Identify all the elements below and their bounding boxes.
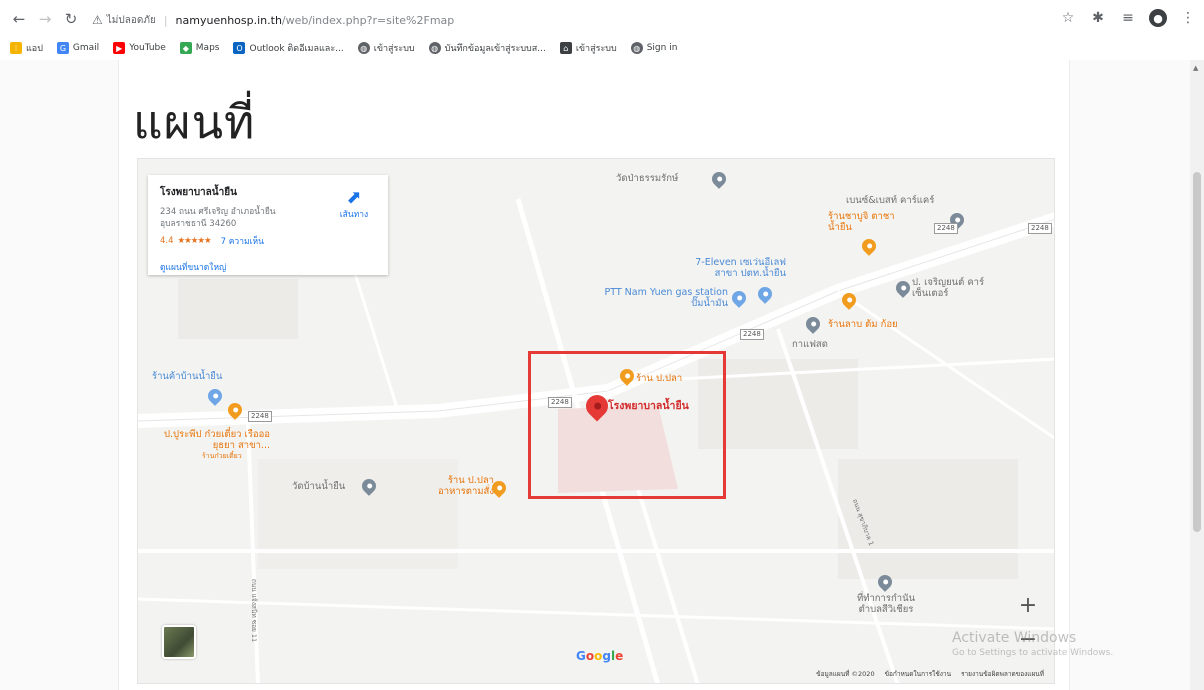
page-viewport: แผนที่ โรงพยาบาลน้ำยืน 234 ถนน ศรีเจริญ …	[0, 60, 1190, 690]
report-error-link[interactable]: รายงานข้อผิดพลาดของแผนที่	[961, 669, 1044, 679]
poi-label[interactable]: วัดบ้านน้ำยืน	[292, 481, 345, 492]
maps-icon: ◆	[179, 42, 192, 54]
bookmark-label: บันทึกข้อมูลเข้าสู่ระบบส...	[444, 44, 546, 54]
poi-label[interactable]: ร้านชาบูจิ ตาชาน้ำยืน	[828, 211, 898, 233]
terms-link[interactable]: ข้อกำหนดในการใช้งาน	[885, 669, 951, 679]
poi-label[interactable]: PTT Nam Yuen gas station ปั๊มน้ำมัน	[604, 287, 728, 309]
road-shield: 2248	[740, 329, 764, 340]
reading-list-icon[interactable]: ≡	[1118, 8, 1138, 28]
windows-activation-watermark: Activate Windows Go to Settings to activ…	[952, 630, 1113, 658]
youtube-icon: ▶	[113, 42, 126, 54]
road-shield: 2248	[248, 411, 272, 422]
profile-avatar-icon[interactable]: ●	[1148, 8, 1168, 28]
place-address: 234 ถนน ศรีเจริญ อำเภอน้ำยืน อุบลราชธานี…	[160, 207, 276, 229]
scrollbar-thumb[interactable]	[1193, 172, 1201, 532]
road-shield: 2248	[1028, 223, 1052, 234]
bookmark-label: แอป	[26, 44, 43, 54]
poi-label[interactable]: กาแฟสด	[792, 339, 828, 350]
bookmark-label: Gmail	[72, 43, 100, 53]
address-separator: |	[163, 13, 168, 27]
road-label: ถนน แจ้งสนิท ซอย 11	[250, 578, 259, 643]
road-shield: 2248	[934, 223, 958, 234]
poi-label[interactable]: เบนซ์&เบสท์ คาร์แคร์	[846, 195, 934, 206]
bookmark-label: เข้าสู่ระบบ	[373, 44, 415, 54]
rating-stars-icon: ★★★★★	[177, 236, 212, 246]
url-host: namyuenhosp.in.th	[175, 13, 282, 27]
map-attribution: ข้อมูลแผนที่ ©2020 ข้อกำหนดในการใช้งาน ร…	[816, 669, 1044, 679]
url-path: /web/index.php?r=site%2Fmap	[281, 13, 455, 27]
bookmark-label: YouTube	[129, 43, 166, 53]
watermark-title: Activate Windows	[952, 630, 1077, 646]
google-g-icon: G	[56, 42, 69, 54]
view-larger-map-link[interactable]: ดูแผนที่ขนาดใหญ่	[160, 260, 376, 274]
bookmark-sign-in[interactable]: ◍ Sign in	[630, 42, 678, 54]
bookmark-apps[interactable]: ⁝ แอป	[10, 41, 43, 55]
poi-label[interactable]: วัดป่าธรรมรักษ์	[616, 173, 678, 184]
google-logo-letter: G	[576, 649, 586, 663]
bookmark-login-1[interactable]: ◍ เข้าสู่ระบบ	[357, 41, 415, 55]
zoom-in-button[interactable]: +	[1014, 591, 1042, 619]
directions-label: เส้นทาง	[339, 210, 369, 220]
poi-label[interactable]: ร้านลาบ ต้ม ก้อย	[828, 319, 898, 330]
bookmark-label: Outlook ติดอีเมลและ...	[249, 44, 344, 54]
bookmark-youtube[interactable]: ▶ YouTube	[113, 42, 166, 54]
toolbar-actions: ☆ ✱ ≡ ● ⋮	[1058, 8, 1198, 28]
bookmark-maps[interactable]: ◆ Maps	[179, 42, 220, 54]
globe-icon: ◍	[357, 42, 370, 54]
browser-toolbar: ← → ↻ ⚠ ไม่ปลอดภัย | namyuenhosp.in.th /…	[0, 0, 1204, 38]
scroll-up-arrow-icon[interactable]: ▲	[1193, 64, 1198, 72]
back-arrow-icon[interactable]: ←	[6, 6, 32, 32]
globe-icon: ◍	[630, 42, 643, 54]
outlook-icon: O	[233, 42, 246, 54]
place-rating-row: 4.4 ★★★★★ 7 ความเห็น	[160, 234, 376, 248]
directions-arrow-icon: ⬈	[346, 187, 362, 208]
reviews-link[interactable]: 7 ความเห็น	[221, 234, 264, 248]
bookmarks-bar: ⁝ แอป G Gmail ▶ YouTube ◆ Maps O Outlook…	[0, 38, 1204, 58]
apps-grid-icon: ⁝	[10, 42, 22, 54]
satellite-toggle-thumbnail[interactable]	[162, 625, 196, 659]
bookmark-login-2[interactable]: ◍ บันทึกข้อมูลเข้าสู่ระบบส...	[428, 41, 546, 55]
hospital-highlight-box	[528, 351, 726, 499]
bookmark-label: Maps	[195, 43, 220, 53]
bookmark-login-home[interactable]: ⌂ เข้าสู่ระบบ	[559, 41, 617, 55]
google-logo-letter: g	[602, 649, 611, 663]
poi-label[interactable]: ป. เจริญยนต์ คาร์เซ็นเตอร์	[912, 277, 994, 299]
place-info-card: โรงพยาบาลน้ำยืน 234 ถนน ศรีเจริญ อำเภอน้…	[148, 175, 388, 275]
directions-button[interactable]: ⬈ เส้นทาง	[334, 189, 374, 221]
warning-triangle-icon: ⚠	[92, 13, 103, 27]
poi-label[interactable]: ป.ปูระพีป ก๋วยเตี๋ยว เรือออยุธยา สาขา...	[158, 429, 270, 451]
map-data-credit: ข้อมูลแผนที่ ©2020	[816, 670, 875, 678]
globe-icon: ◍	[428, 42, 441, 54]
bookmark-outlook[interactable]: O Outlook ติดอีเมลและ...	[233, 41, 344, 55]
home-icon: ⌂	[559, 42, 572, 54]
google-logo-letter: e	[615, 649, 624, 663]
poi-label[interactable]: ร้านค้าบ้านน้ำยืน	[152, 371, 222, 382]
page-scrollbar[interactable]: ▲	[1190, 60, 1204, 690]
google-logo: Google	[576, 649, 623, 663]
reload-icon[interactable]: ↻	[58, 6, 84, 32]
menu-kebab-icon[interactable]: ⋮	[1178, 8, 1198, 28]
poi-label[interactable]: ที่ทำการกำนัน ตำบลสีวิเชียร	[846, 593, 926, 615]
embedded-google-map[interactable]: โรงพยาบาลน้ำยืน 234 ถนน ศรีเจริญ อำเภอน้…	[137, 158, 1055, 684]
extensions-puzzle-icon[interactable]: ✱	[1088, 8, 1108, 28]
page-title: แผนที่	[133, 95, 256, 149]
forward-arrow-icon[interactable]: →	[32, 6, 58, 32]
bookmark-gmail[interactable]: G Gmail	[56, 42, 100, 54]
bookmark-star-icon[interactable]: ☆	[1058, 8, 1078, 28]
poi-label[interactable]: 7-Eleven เซเว่นอีเลฟ สาขา ปตท.น้ำยืน	[676, 257, 786, 279]
google-logo-letter: o	[585, 649, 595, 663]
watermark-subtitle: Go to Settings to activate Windows.	[952, 648, 1114, 658]
bookmark-label: Sign in	[646, 43, 678, 53]
poi-label[interactable]: ร้านก๋วยเตี๋ยว	[202, 451, 242, 462]
address-bar[interactable]: ⚠ ไม่ปลอดภัย | namyuenhosp.in.th /web/in…	[92, 7, 1092, 33]
bookmark-label: เข้าสู่ระบบ	[575, 44, 617, 54]
security-label[interactable]: ไม่ปลอดภัย	[107, 13, 156, 28]
poi-label[interactable]: ร้าน ป.ปลา อาหารตามสั่ง	[422, 475, 494, 497]
rating-score: 4.4	[160, 236, 174, 246]
page-content: แผนที่ โรงพยาบาลน้ำยืน 234 ถนน ศรีเจริญ …	[118, 60, 1070, 690]
